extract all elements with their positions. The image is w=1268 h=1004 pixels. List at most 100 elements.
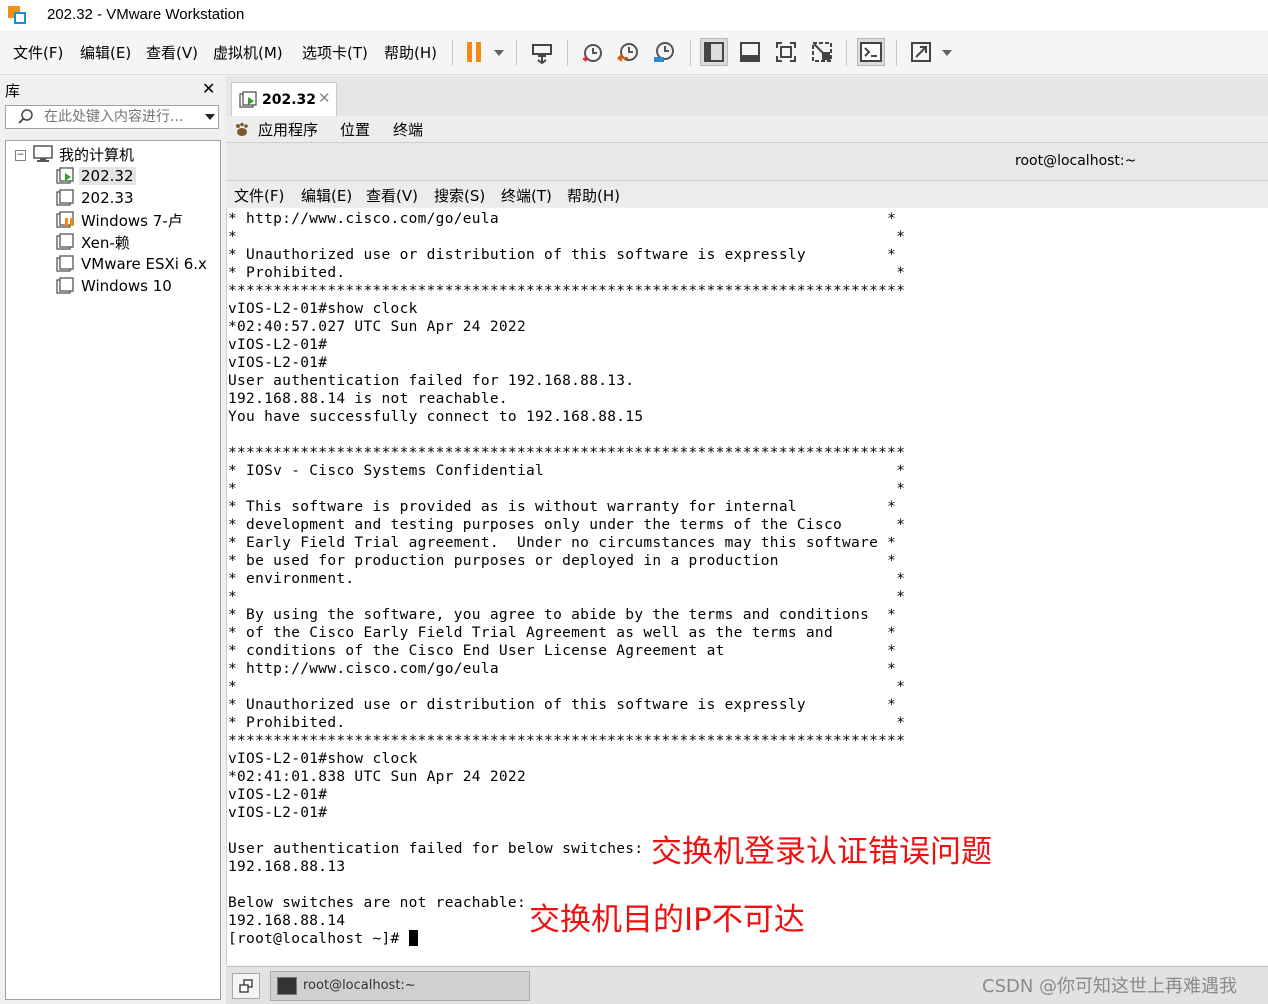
search-icon [18, 109, 33, 124]
terminal-line: Below switches are not reachable: [228, 895, 526, 911]
terminal-line: * of the Cisco Early Field Trial Agreeme… [228, 625, 897, 641]
terminal-output[interactable]: * http://www.cisco.com/go/eula * * * * Una… [226, 208, 1268, 965]
stretch-icon[interactable] [907, 38, 935, 66]
terminal-menu-terminal[interactable]: 终端(T) [501, 185, 552, 206]
vm-paused-icon [56, 211, 74, 228]
terminal-line: 192.168.88.14 is not reachable. [228, 391, 508, 407]
terminal-line: * be used for production purposes or dep… [228, 553, 897, 569]
tab-close-icon[interactable]: ✕ [318, 89, 331, 107]
terminal-menu-view[interactable]: 查看(V) [366, 185, 418, 206]
terminal-line: * IOSv - Cisco Systems Confidential * [228, 463, 906, 479]
terminal-line: ****************************************… [228, 445, 906, 461]
snapshot-icon[interactable] [578, 38, 606, 66]
tree-node-vm-esxi[interactable]: VMware ESXi 6.x [56, 253, 209, 275]
console-view-icon[interactable] [857, 38, 885, 66]
tree-node-vm-202-32[interactable]: 202.32 [56, 165, 136, 187]
terminal-line: 192.168.88.14 [228, 913, 346, 929]
menu-file[interactable]: 文件(F) [13, 42, 63, 63]
vm-icon [56, 233, 74, 250]
library-search-input[interactable] [44, 108, 194, 126]
terminal-line: vIOS-L2-01# [228, 787, 328, 803]
terminal-line: * By using the software, you agree to ab… [228, 607, 897, 623]
terminal-menu-search[interactable]: 搜索(S) [434, 185, 485, 206]
terminal-line: * Prohibited. * [228, 715, 906, 731]
gnome-foot-icon [236, 122, 248, 136]
menu-edit[interactable]: 编辑(E) [80, 42, 131, 63]
guest-menu-applications[interactable]: 应用程序 [258, 119, 318, 140]
pause-icon[interactable] [460, 38, 488, 66]
terminal-title: root@localhost:~ [1015, 153, 1137, 169]
menu-vm[interactable]: 虚拟机(M) [213, 42, 283, 63]
guest-menu-places[interactable]: 位置 [340, 119, 370, 140]
csdn-watermark: CSDN @你可知这世上再难遇我 [982, 976, 1238, 997]
terminal-line: vIOS-L2-01#show clock [228, 751, 418, 767]
tree-label-vm: Xen-赖 [81, 233, 130, 252]
terminal-line: * * [228, 679, 906, 695]
snapshot-manager-icon[interactable] [650, 38, 678, 66]
tree-label-my-computer: 我的计算机 [59, 145, 135, 164]
terminal-line: 192.168.88.13 [228, 859, 346, 875]
library-close-icon[interactable]: ✕ [202, 79, 215, 98]
terminal-line: ****************************************… [228, 283, 906, 299]
vm-running-icon [239, 91, 257, 108]
search-dropdown-icon[interactable] [205, 114, 215, 120]
terminal-line: * Unauthorized use or distribution of th… [228, 247, 897, 263]
unity-icon[interactable] [808, 38, 836, 66]
menu-tabs[interactable]: 选项卡(T) [302, 42, 368, 63]
annotation-auth-error: 交换机登录认证错误问题 [651, 834, 992, 870]
menu-help[interactable]: 帮助(H) [384, 42, 437, 63]
terminal-line: You have successfully connect to 192.168… [228, 409, 644, 425]
terminal-line: * * [228, 589, 906, 605]
vmware-logo-icon [8, 6, 26, 24]
fullscreen-icon[interactable] [772, 38, 800, 66]
terminal-line: User authentication failed for below swi… [228, 841, 644, 857]
terminal-line: ****************************************… [228, 733, 906, 749]
terminal-line: * Unauthorized use or distribution of th… [228, 697, 897, 713]
terminal-menu-file[interactable]: 文件(F) [234, 185, 284, 206]
library-header: 库 ✕ [0, 76, 222, 102]
terminal-menubar: 文件(F) 编辑(E) 查看(V) 搜索(S) 终端(T) 帮助(H) [226, 181, 1268, 207]
taskbar-terminal-item[interactable]: root@localhost:~ [270, 971, 530, 1001]
terminal-line: * http://www.cisco.com/go/eula * [228, 211, 897, 227]
tree-node-vm-202-33[interactable]: 202.33 [56, 187, 136, 209]
tree-label-vm: 202.32 [79, 167, 136, 185]
terminal-line: * This software is provided as is withou… [228, 499, 897, 515]
taskbar-terminal-label: root@localhost:~ [303, 978, 416, 993]
thumbnail-bar-icon[interactable] [736, 38, 764, 66]
collapse-icon[interactable]: − [15, 150, 26, 161]
menu-toolbar: 文件(F) 编辑(E) 查看(V) 虚拟机(M) 选项卡(T) 帮助(H) [0, 30, 1268, 75]
terminal-line: vIOS-L2-01#show clock [228, 301, 418, 317]
terminal-line: * * [228, 229, 906, 245]
terminal-menu-help[interactable]: 帮助(H) [567, 185, 620, 206]
tree-label-vm: 202.33 [81, 189, 134, 207]
tree-node-vm-windows10[interactable]: Windows 10 [56, 275, 174, 297]
terminal-menu-edit[interactable]: 编辑(E) [301, 185, 352, 206]
tree-label-vm: Windows 7-卢 [81, 211, 183, 230]
terminal-line: * environment. * [228, 571, 906, 587]
guest-topbar: 应用程序 位置 终端 [226, 116, 1268, 143]
terminal-line: * development and testing purposes only … [228, 517, 906, 533]
tree-node-vm-xen[interactable]: Xen-赖 [56, 231, 132, 253]
terminal-line: vIOS-L2-01# [228, 805, 328, 821]
tree-label-vm: VMware ESXi 6.x [81, 255, 207, 273]
pause-dropdown-icon[interactable] [494, 50, 504, 56]
guest-menu-terminal[interactable]: 终端 [393, 119, 423, 140]
tree-node-vm-windows7[interactable]: Windows 7-卢 [56, 209, 185, 231]
terminal-titlebar: root@localhost:~ [226, 143, 1268, 181]
terminal-line: * Early Field Trial agreement. Under no … [228, 535, 897, 551]
terminal-line: * * [228, 481, 906, 497]
vm-running-icon [56, 167, 74, 184]
show-desktop-button[interactable] [232, 973, 260, 999]
terminal-line: * conditions of the Cisco End User Licen… [228, 643, 897, 659]
tree-node-my-computer[interactable]: 我的计算机 [33, 143, 136, 165]
library-search-box[interactable] [5, 105, 219, 129]
revert-snapshot-icon[interactable] [614, 38, 642, 66]
show-library-icon[interactable] [700, 38, 728, 66]
tab-label: 202.32 [262, 92, 317, 108]
tab-vm-202-32[interactable]: 202.32 ✕ [231, 82, 337, 116]
window-titlebar: 202.32 - VMware Workstation [0, 0, 1268, 30]
send-ctrl-alt-del-icon[interactable] [528, 38, 556, 66]
tree-label-vm: Windows 10 [81, 277, 172, 295]
stretch-dropdown-icon[interactable] [942, 50, 952, 56]
menu-view[interactable]: 查看(V) [146, 42, 198, 63]
